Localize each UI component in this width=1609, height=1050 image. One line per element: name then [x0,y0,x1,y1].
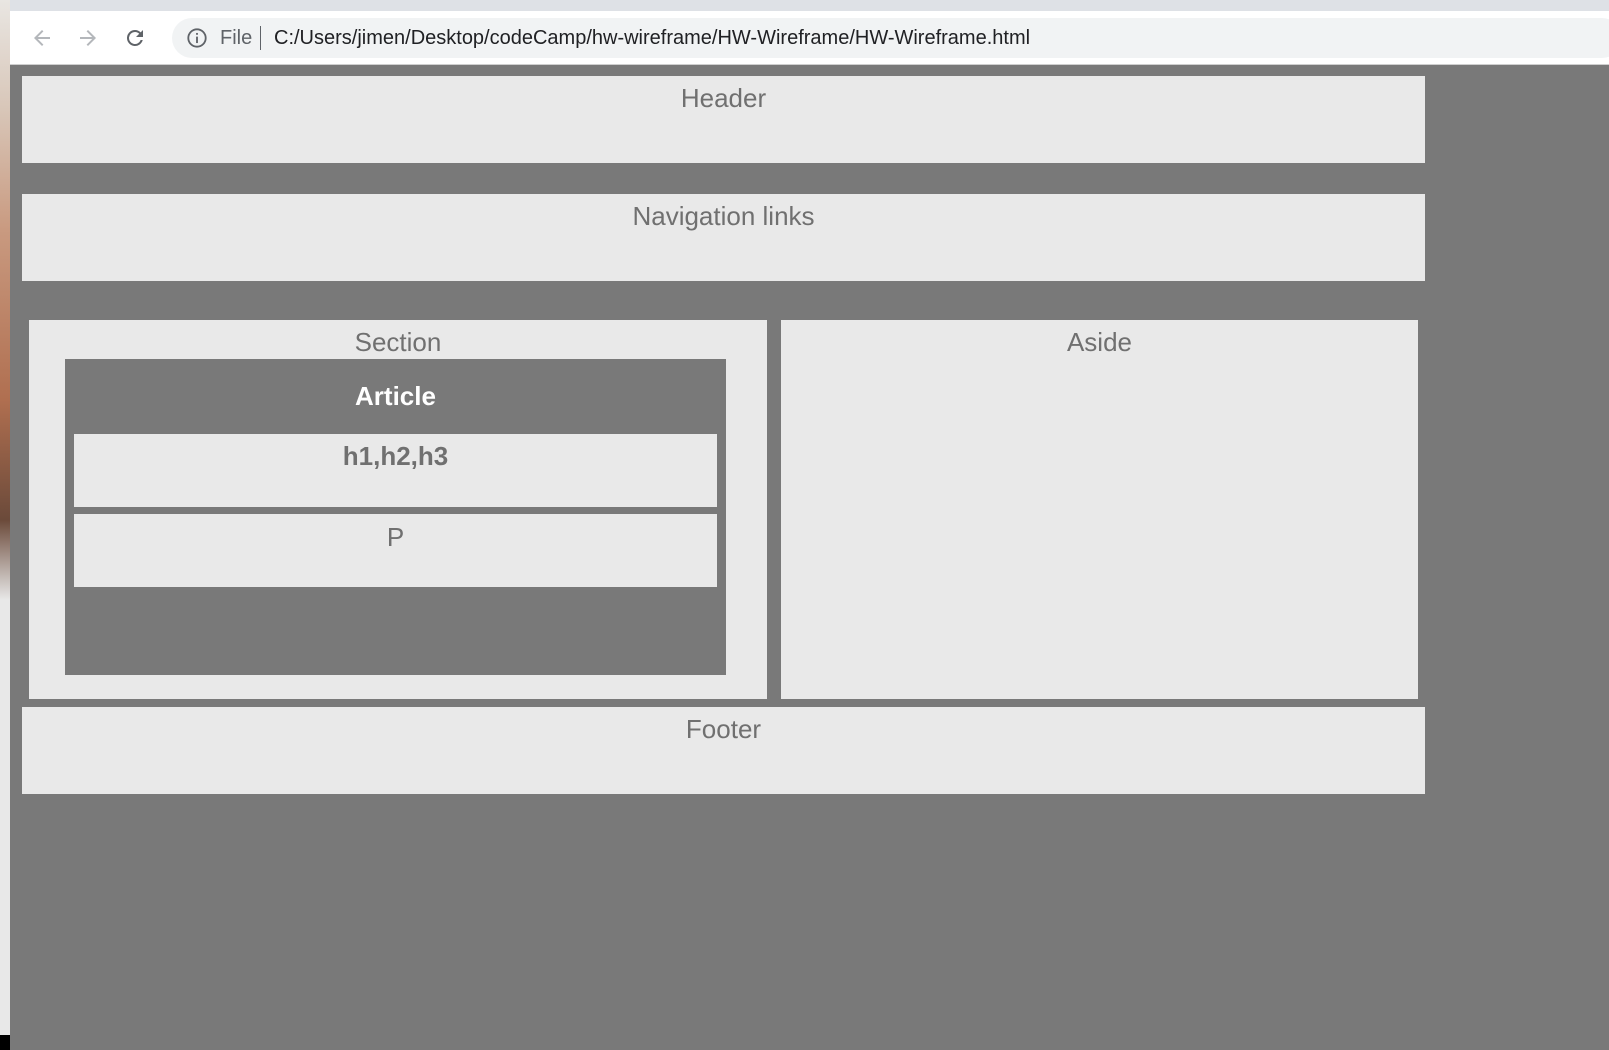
headings-label: h1,h2,h3 [342,441,449,471]
file-chip-label[interactable]: File [220,27,252,49]
aside-label: Aside [1066,327,1133,357]
desktop-edge [0,0,10,1050]
footer-box: Footer [22,707,1425,794]
forward-button[interactable] [73,23,103,53]
browser-toolbar: File C:/Users/jimen/Desktop/codeCamp/hw-… [10,11,1609,65]
arrow-right-icon [80,30,96,46]
aside-box: Aside [781,320,1418,699]
url-text[interactable]: C:/Users/jimen/Desktop/codeCamp/hw-wiref… [274,27,1030,49]
headings-box: h1,h2,h3 [74,434,717,507]
nav-box: Navigation links [22,194,1425,281]
back-button[interactable] [27,23,57,53]
chip-separator [260,26,261,50]
article-label: Article [355,381,436,411]
info-circle-icon[interactable] [186,27,208,49]
paragraph-box: P [74,514,717,587]
page-viewport: Header Navigation links Section Article … [10,65,1609,1050]
arrow-left-icon [34,30,50,46]
reload-button[interactable] [120,23,150,53]
article-box: Article h1,h2,h3 P [65,359,726,675]
address-bar[interactable]: File C:/Users/jimen/Desktop/codeCamp/hw-… [172,18,1609,58]
section-label: Section [354,327,442,357]
paragraph-label: P [386,522,405,552]
header-label: Header [680,83,767,113]
tab-strip [10,0,1609,11]
reload-icon [126,29,143,46]
header-box: Header [22,76,1425,163]
section-box: Section Article h1,h2,h3 P [29,320,767,699]
footer-label: Footer [685,714,762,744]
nav-label: Navigation links [632,201,815,231]
